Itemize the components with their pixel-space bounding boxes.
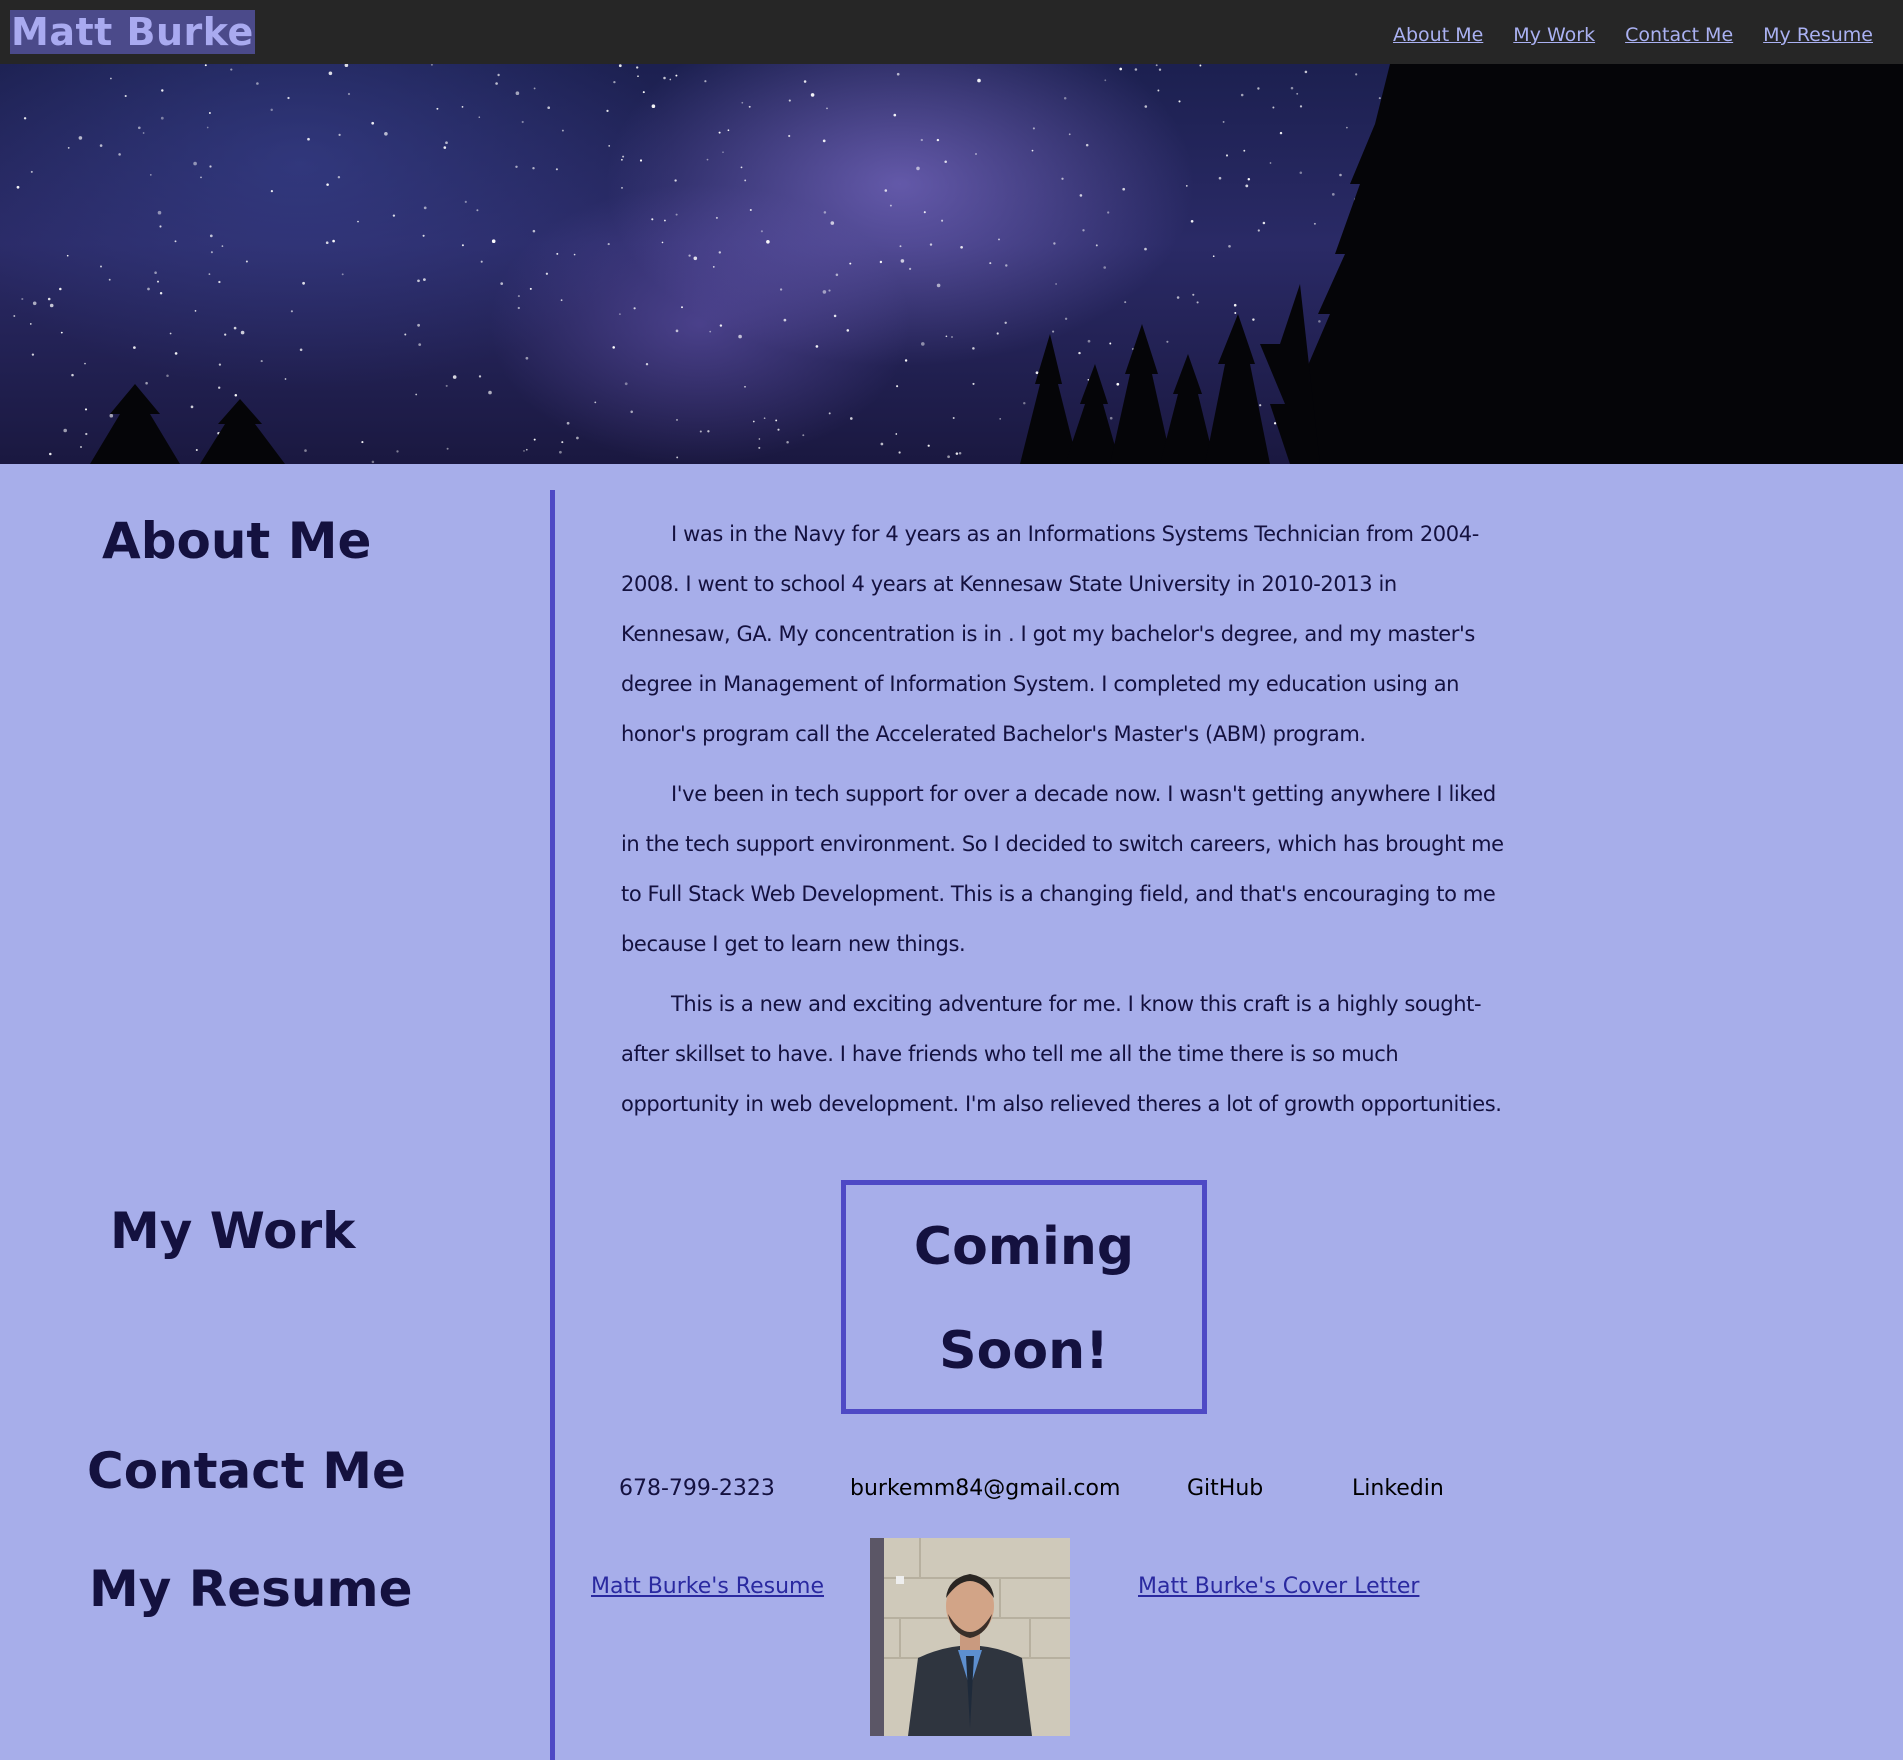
section-heading-about-me: About Me [102,512,372,570]
linkedin-link[interactable]: Linkedin [1352,1476,1444,1501]
site-brand[interactable]: Matt Burke [10,10,255,54]
about-paragraph: I've been in tech support for over a dec… [621,782,1504,956]
phone-number: 678-799-2323 [619,1476,775,1501]
vertical-divider [550,490,555,1760]
about-paragraph: I was in the Navy for 4 years as an Info… [621,522,1479,746]
about-paragraph: This is a new and exciting adventure for… [621,992,1502,1116]
section-heading-my-resume: My Resume [89,1560,413,1618]
top-navbar: Matt Burke About Me My Work Contact Me M… [0,0,1903,64]
coming-soon-line: Soon! [939,1321,1109,1381]
main-nav: About Me My Work Contact Me My Resume [1393,24,1873,46]
tree-silhouettes [90,64,1903,464]
coming-soon-box: Coming Soon! [841,1180,1207,1414]
profile-photo [870,1538,1070,1736]
cover-letter-link[interactable]: Matt Burke's Cover Letter [1138,1574,1419,1599]
coming-soon-line: Coming [913,1217,1135,1277]
email-link[interactable]: burkemm84@gmail.com [850,1476,1120,1501]
nav-link-my-resume[interactable]: My Resume [1763,24,1873,46]
resume-link[interactable]: Matt Burke's Resume [591,1574,824,1599]
hero-banner-image [0,64,1903,464]
section-heading-my-work: My Work [110,1202,356,1260]
nav-link-contact-me[interactable]: Contact Me [1625,24,1733,46]
nav-link-about-me[interactable]: About Me [1393,24,1483,46]
nav-link-my-work[interactable]: My Work [1513,24,1595,46]
portrait-illustration [870,1538,1070,1736]
github-link[interactable]: GitHub [1187,1476,1263,1501]
section-heading-contact-me: Contact Me [87,1442,406,1500]
